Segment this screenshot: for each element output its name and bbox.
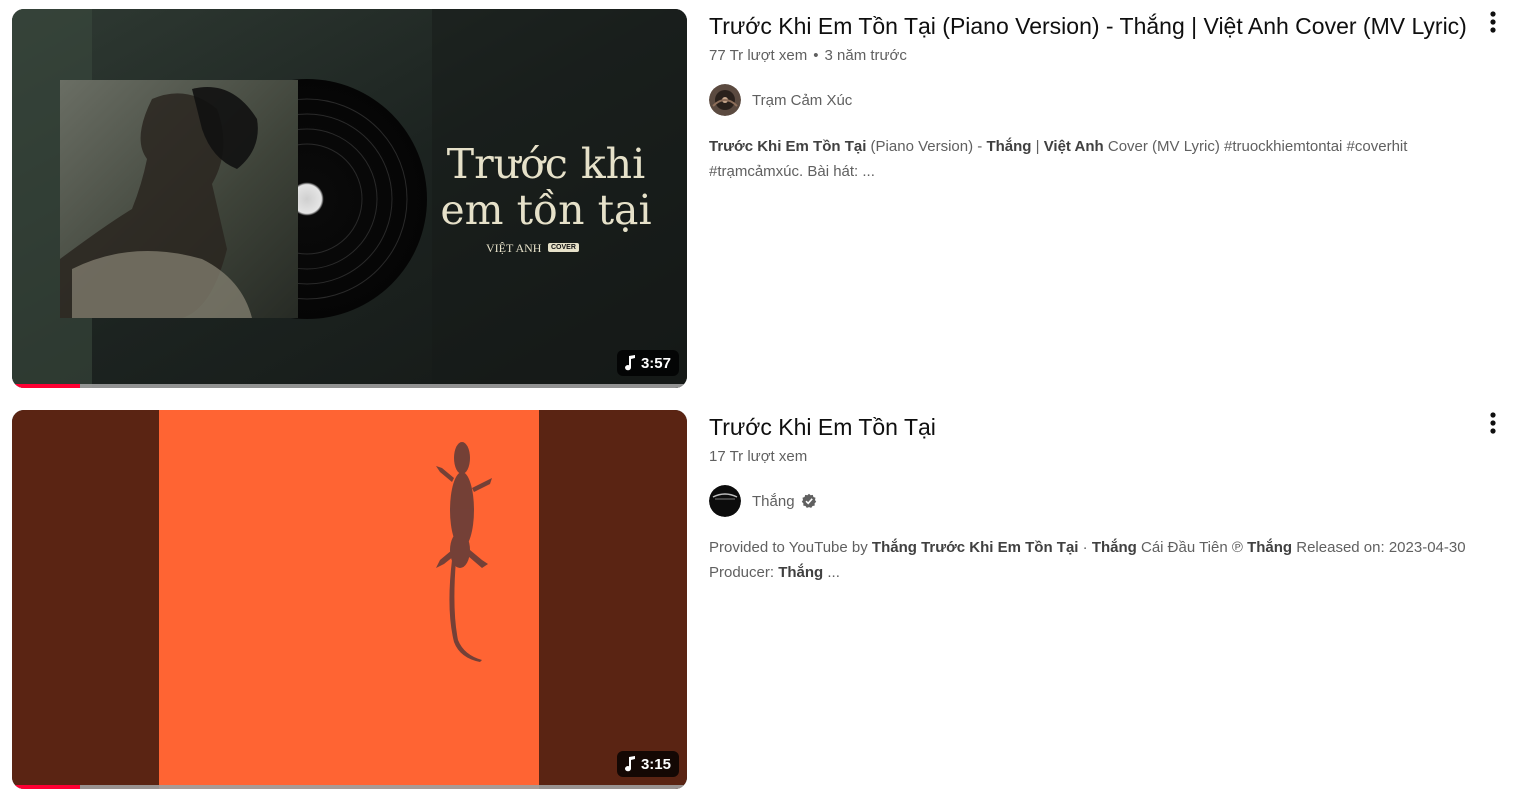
duration-badge: 3:57 (616, 350, 679, 376)
duration-text: 3:57 (640, 354, 671, 372)
watch-progress-track (12, 384, 687, 388)
search-results: Trước khi em tồn tại VIỆT ANH COVER 3:57… (0, 0, 1519, 799)
desc-text: ... (823, 564, 840, 581)
channel-avatar[interactable] (709, 84, 741, 116)
watch-progress-fill (12, 384, 80, 388)
view-count: 17 Tr lượt xem (709, 448, 808, 465)
watch-progress-track (12, 785, 687, 789)
channel-name[interactable]: Trạm Cảm Xúc (752, 92, 852, 109)
video-metadata: 17 Tr lượt xem (709, 447, 1469, 467)
desc-bold: Thắng (871, 539, 917, 556)
channel-name[interactable]: Thắng (752, 493, 795, 510)
vertical-ellipsis-icon (1490, 412, 1496, 434)
video-description: Trước Khi Em Tồn Tại (Piano Version) - T… (709, 134, 1469, 184)
watch-progress-fill (12, 785, 80, 789)
vertical-ellipsis-icon (1490, 11, 1496, 33)
video-thumbnail[interactable]: 3:15 (12, 410, 687, 789)
video-description: Provided to YouTube by Thắng Trước Khi E… (709, 535, 1469, 585)
thumbnail-artist-text: VIỆT ANH (486, 241, 542, 255)
channel-info[interactable]: Trạm Cảm Xúc (709, 84, 1469, 116)
desc-bold: Việt Anh (1043, 138, 1104, 155)
desc-text: · (1078, 539, 1092, 556)
more-actions-button[interactable] (1481, 410, 1505, 438)
desc-bold: Thắng (1247, 539, 1293, 556)
view-count: 77 Tr lượt xem (709, 47, 808, 64)
desc-text: Cái Đầu Tiên ℗ (1136, 539, 1248, 556)
video-result: 3:15 Trước Khi Em Tồn Tại 17 Tr lượt xem (0, 410, 1519, 790)
verified-check-icon (801, 493, 816, 508)
upload-age: 3 năm trước (824, 47, 907, 64)
duration-badge: 3:15 (616, 751, 679, 777)
channel-avatar[interactable] (709, 485, 741, 517)
video-metadata: 77 Tr lượt xem • 3 năm trước (709, 46, 1469, 66)
music-note-icon (624, 355, 635, 371)
desc-bold: Thắng (986, 138, 1032, 155)
video-result: Trước khi em tồn tại VIỆT ANH COVER 3:57… (0, 9, 1519, 389)
video-title[interactable]: Trước Khi Em Tồn Tại (Piano Version) - T… (709, 9, 1469, 44)
more-actions-button[interactable] (1481, 9, 1505, 37)
duration-text: 3:15 (640, 755, 671, 773)
video-info: Trước Khi Em Tồn Tại 17 Tr lượt xem Thắn… (709, 410, 1469, 585)
separator-dot: • (813, 47, 819, 64)
thumbnail-artwork (12, 410, 687, 789)
video-thumbnail[interactable]: Trước khi em tồn tại VIỆT ANH COVER 3:57 (12, 9, 687, 388)
music-note-icon (624, 756, 635, 772)
desc-text: | (1031, 138, 1044, 155)
desc-bold: Trước Khi Em Tồn Tại (709, 138, 867, 155)
video-info: Trước Khi Em Tồn Tại (Piano Version) - T… (709, 9, 1469, 184)
thumbnail-title-text: Trước khi em tồn tại (440, 140, 652, 234)
desc-bold: Trước Khi Em Tồn Tại (921, 539, 1079, 556)
desc-bold: Thắng (1091, 539, 1137, 556)
thumbnail-cover-badge: COVER (548, 243, 579, 252)
channel-info[interactable]: Thắng (709, 485, 1469, 517)
desc-text: (Piano Version) - (866, 138, 987, 155)
desc-bold: Thắng (778, 564, 824, 581)
video-title[interactable]: Trước Khi Em Tồn Tại (709, 410, 1469, 445)
desc-text: Provided to YouTube by (709, 539, 872, 556)
